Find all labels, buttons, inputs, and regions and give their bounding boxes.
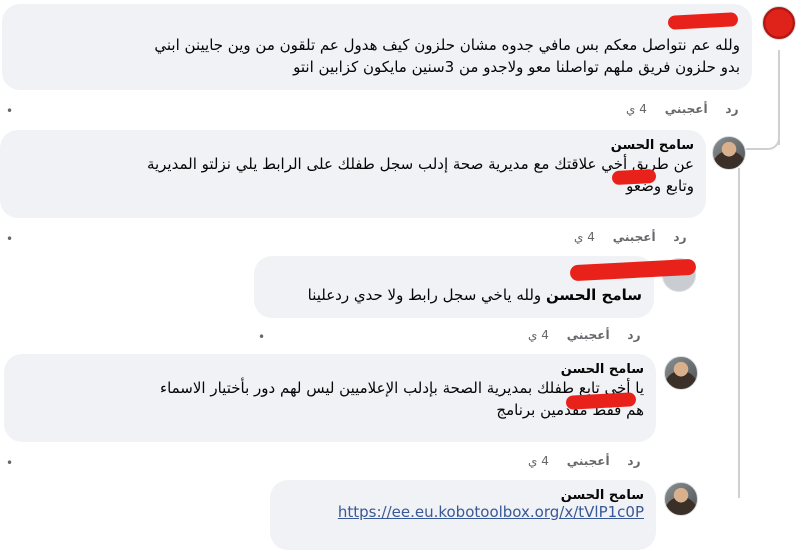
comment-time[interactable]: 4 ي — [574, 230, 595, 244]
more-dot[interactable]: • — [6, 232, 13, 246]
like-button[interactable]: أعجبني — [613, 230, 656, 244]
more-dot[interactable]: • — [258, 330, 265, 344]
comment-text: ولله عم نتواصل معكم بس مافي جدوه مشان حل… — [154, 36, 740, 54]
comment-actions: رد أعجبني 4 ي — [514, 328, 641, 342]
like-button[interactable]: أعجبني — [567, 328, 610, 342]
like-button[interactable]: أعجبني — [665, 102, 708, 116]
mention-link[interactable]: سامح الحسن — [546, 286, 642, 304]
comment-actions: رد أعجبني 4 ي — [560, 230, 687, 244]
comment-actions: رد أعجبني 4 ي — [514, 454, 641, 468]
comment-author[interactable]: سامح الحسن — [12, 138, 694, 153]
avatar[interactable] — [664, 356, 698, 390]
more-dot[interactable]: • — [6, 104, 13, 118]
comment-text: سامح الحسن ولله ياخي سجل رابط ولا حدي رد… — [307, 286, 642, 304]
reply-button[interactable]: رد — [627, 454, 640, 468]
comment-link[interactable]: https://ee.eu.kobotoolbox.org/x/tVlP1c0P — [282, 503, 644, 521]
comment-text: هم فقط مقدمين برنامج — [496, 401, 644, 419]
comment-bubble: سامح الحسن يا أخي تابع طفلك بمديرية الصح… — [4, 354, 656, 442]
comment-bubble: سامح الحسن https://ee.eu.kobotoolbox.org… — [270, 480, 656, 550]
reply-button[interactable]: رد — [725, 102, 738, 116]
comment-text: وتابع وضعو — [626, 177, 694, 195]
comment-author[interactable]: سامح الحسن — [282, 488, 644, 503]
comment-bubble: سامح الحسن عن طريق أخي علاقتك مع مديرية … — [0, 130, 706, 218]
comment-bubble: ولله عم نتواصل معكم بس مافي جدوه مشان حل… — [2, 4, 752, 90]
comment-time[interactable]: 4 ي — [528, 454, 549, 468]
avatar[interactable] — [712, 136, 746, 170]
reply-button[interactable]: رد — [673, 230, 686, 244]
avatar[interactable] — [762, 6, 796, 40]
comment-time[interactable]: 4 ي — [626, 102, 647, 116]
comment-actions: رد أعجبني 4 ي — [612, 102, 739, 116]
avatar[interactable] — [664, 482, 698, 516]
comment-text: بدو حلزون فريق ملهم تواصلنا معو ولاجدو م… — [293, 58, 740, 76]
comment-text: يا أخي تابع طفلك بمديرية الصحة بإدلب الإ… — [160, 379, 644, 397]
like-button[interactable]: أعجبني — [567, 454, 610, 468]
comment-author[interactable]: سامح الحسن — [16, 362, 644, 377]
comment-time[interactable]: 4 ي — [528, 328, 549, 342]
redaction-mark — [611, 168, 657, 186]
comment-text: عن طريق أخي علاقتك مع مديرية صحة إدلب سج… — [146, 155, 694, 173]
more-dot[interactable]: • — [6, 456, 13, 470]
thread-line-replies — [738, 168, 740, 498]
reply-button[interactable]: رد — [627, 328, 640, 342]
